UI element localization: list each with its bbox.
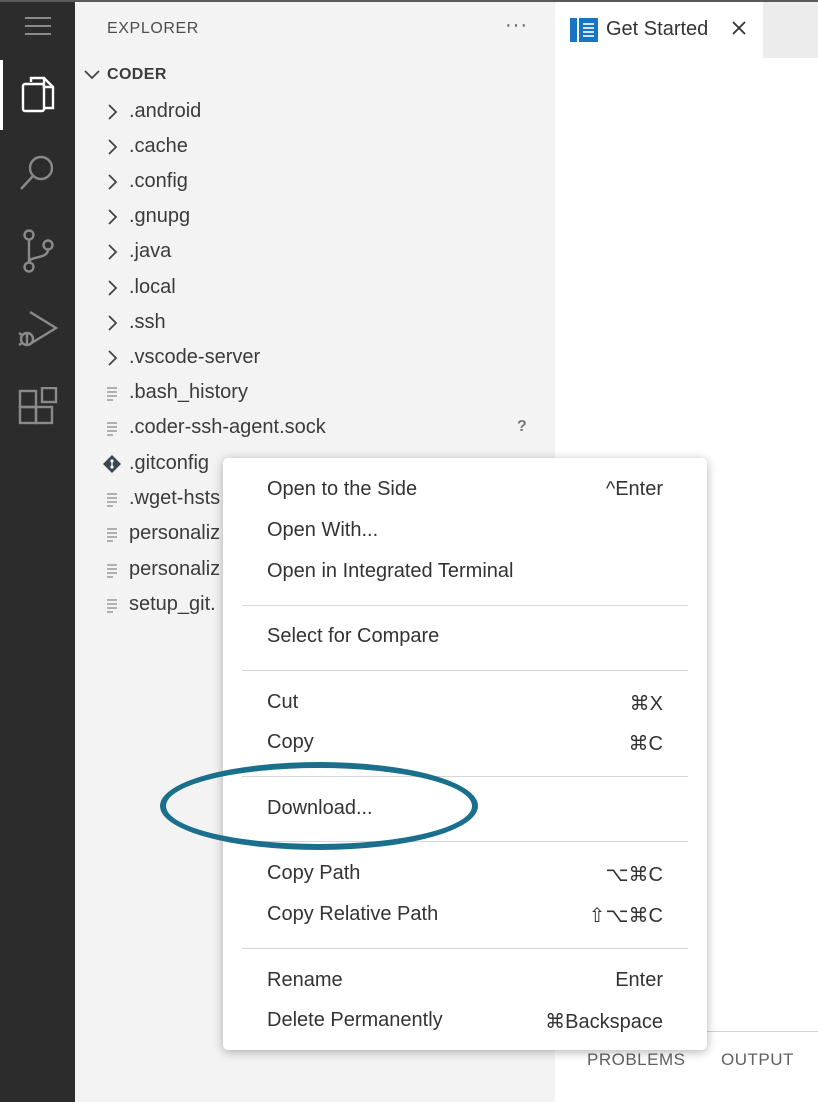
text-file-icon [103, 561, 121, 579]
run-debug-icon[interactable] [0, 294, 75, 364]
chevron-right-icon [103, 349, 121, 367]
tree-item-label: personaliz [129, 522, 221, 544]
explorer-title: EXPLORER [107, 20, 199, 37]
tree-item-label: .java [129, 240, 172, 262]
tree-item-label: .gitconfig [129, 452, 210, 474]
git-file-icon [103, 455, 121, 473]
tree-item-label: .config [129, 170, 188, 192]
menu-item-label: Open With... [267, 519, 379, 541]
menu-item-shortcut: ^Enter [605, 478, 663, 500]
tree-folder-row[interactable]: .vscode-server [75, 341, 555, 376]
tree-folder-row[interactable]: .android [75, 95, 555, 130]
tree-file-row[interactable]: .coder-ssh-agent.sock? [75, 411, 555, 446]
menu-item-copy-path[interactable]: Copy Path ⌥⌘C [223, 854, 707, 892]
menu-item-download[interactable]: Download... [223, 789, 707, 827]
chevron-right-icon [103, 314, 121, 332]
chevron-right-icon [103, 208, 121, 226]
menu-item-open-to-the-side[interactable]: Open to the Side ^Enter [223, 470, 707, 508]
tree-item-label: .android [129, 100, 202, 122]
tree-folder-row[interactable]: .ssh [75, 306, 555, 341]
context-menu: Open to the Side ^Enter Open With... Open i… [223, 458, 707, 1050]
chevron-right-icon [103, 138, 121, 156]
text-file-icon [103, 596, 121, 614]
menu-item-label: Delete Permanently [267, 1009, 443, 1031]
extensions-icon[interactable] [0, 372, 75, 442]
menu-separator [242, 948, 688, 949]
menu-item-label: Rename [267, 969, 343, 991]
source-control-icon[interactable] [0, 216, 75, 286]
tree-item-label: .wget-hsts [129, 487, 221, 509]
chevron-right-icon [103, 279, 121, 297]
chevron-right-icon [103, 243, 121, 261]
tab-problems[interactable]: PROBLEMS [587, 1050, 685, 1070]
get-started-icon [570, 18, 598, 42]
root-folder-label: CODER [107, 66, 167, 83]
tree-item-label: personaliz [129, 558, 221, 580]
menu-item-shortcut: ⇧⌥⌘C [588, 905, 663, 927]
menu-item-label: Copy Path [267, 862, 361, 884]
menu-item-copy[interactable]: Copy ⌘C [223, 723, 707, 761]
tree-item-label: setup_git. [129, 593, 216, 615]
menu-item-label: Cut [267, 691, 299, 713]
tree-file-row[interactable]: .bash_history [75, 376, 555, 411]
tree-folder-row[interactable]: .config [75, 165, 555, 200]
untracked-badge: ? [517, 418, 527, 435]
tree-item-label: .gnupg [129, 205, 191, 227]
tree-item-label: .coder-ssh-agent.sock [129, 416, 326, 438]
editor-tabs-bar: Get Started [555, 2, 818, 58]
menu-item-label: Select for Compare [267, 625, 440, 647]
text-file-icon [103, 419, 121, 437]
tab-label: Get Started [606, 18, 709, 40]
tree-folder-row[interactable]: .gnupg [75, 200, 555, 235]
menu-item-label: Download... [267, 797, 373, 819]
menu-item-cut[interactable]: Cut ⌘X [223, 683, 707, 721]
menu-item-shortcut: ⌘Backspace [545, 1011, 663, 1033]
menu-item-shortcut: ⌘X [629, 693, 663, 715]
menu-separator [242, 670, 688, 671]
tree-item-label: .cache [129, 135, 188, 157]
menu-item-open-with[interactable]: Open With... [223, 511, 707, 549]
tree-folder-row[interactable]: .local [75, 271, 555, 306]
text-file-icon [103, 525, 121, 543]
more-actions-icon[interactable]: ··· [505, 14, 528, 37]
menu-separator [242, 605, 688, 606]
menu-separator [242, 841, 688, 842]
menu-icon[interactable] [0, 0, 75, 56]
chevron-right-icon [103, 173, 121, 191]
menu-item-shortcut: Enter [615, 969, 663, 991]
chevron-down-icon [84, 70, 100, 80]
tree-item-label: .vscode-server [129, 346, 261, 368]
menu-item-label: Copy Relative Path [267, 903, 439, 925]
search-icon[interactable] [0, 138, 75, 208]
tree-folder-row[interactable]: .java [75, 235, 555, 270]
menu-item-shortcut: ⌘C [628, 733, 663, 755]
menu-item-rename[interactable]: Rename Enter [223, 961, 707, 999]
close-icon[interactable] [731, 20, 747, 36]
tab-get-started[interactable]: Get Started [555, 2, 763, 58]
activity-bar [0, 2, 75, 1102]
menu-item-copy-relative-path[interactable]: Copy Relative Path ⇧⌥⌘C [223, 895, 707, 933]
menu-item-select-for-compare[interactable]: Select for Compare [223, 617, 707, 655]
tab-output[interactable]: OUTPUT [721, 1050, 794, 1070]
tree-item-label: .ssh [129, 311, 166, 333]
chevron-right-icon [103, 103, 121, 121]
menu-item-label: Copy [267, 731, 314, 753]
menu-item-label: Open to the Side [267, 478, 418, 500]
root-folder-row[interactable]: CODER [75, 60, 555, 92]
tree-item-label: .local [129, 276, 176, 298]
menu-item-label: Open in Integrated Terminal [267, 560, 514, 582]
menu-item-delete-permanently[interactable]: Delete Permanently ⌘Backspace [223, 1001, 707, 1039]
menu-item-open-in-integrated-terminal[interactable]: Open in Integrated Terminal [223, 552, 707, 590]
text-file-icon [103, 490, 121, 508]
tree-folder-row[interactable]: .cache [75, 130, 555, 165]
menu-separator [242, 776, 688, 777]
text-file-icon [103, 384, 121, 402]
menu-item-shortcut: ⌥⌘C [605, 864, 664, 886]
files-icon[interactable] [0, 60, 75, 130]
tree-item-label: .bash_history [129, 381, 248, 403]
